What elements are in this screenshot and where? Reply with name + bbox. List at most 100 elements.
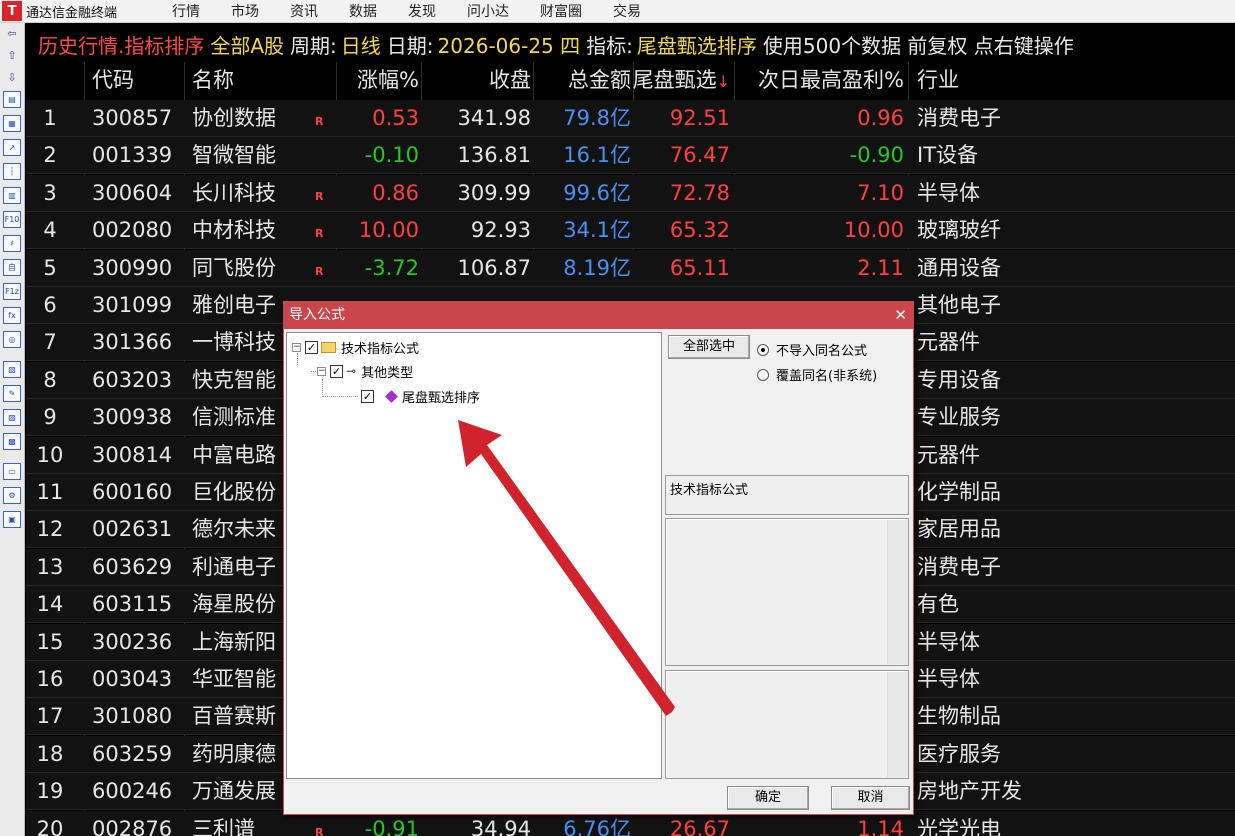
radio-dot-icon[interactable] xyxy=(757,368,769,381)
scrollbar[interactable] xyxy=(887,672,907,777)
header-amount[interactable]: 总金额 xyxy=(536,62,631,99)
edit-icon[interactable]: ✎ xyxy=(3,385,21,402)
header-code[interactable]: 代码 xyxy=(92,62,182,99)
scrollbar[interactable] xyxy=(887,520,907,664)
row-index: 11 xyxy=(36,480,64,504)
menu-market[interactable]: 市场 xyxy=(231,1,259,21)
industry: 通用设备 xyxy=(917,255,1001,280)
stock-code: 603259 xyxy=(92,741,173,766)
arrow-left-icon[interactable]: ⇦ xyxy=(3,25,21,42)
candle-chart-icon[interactable]: ┆ xyxy=(3,163,21,180)
arrow-up-icon[interactable]: ⇧ xyxy=(3,47,21,64)
table-row[interactable]: 2 001339 智微智能 -0.10 136.81 16.1亿 76.47 -0.90 IT设… xyxy=(26,137,1235,175)
table-row[interactable]: 5 300990 同飞股份 R -3.72 106.87 8.19亿 65.11 2.11 通用设… xyxy=(26,249,1235,287)
menu-quotes[interactable]: 行情 xyxy=(172,1,200,21)
cancel-button[interactable]: 取消 xyxy=(831,786,910,810)
radio-no-import-label: 不导入同名公式 xyxy=(776,344,868,359)
next-day-profit: 0.96 xyxy=(857,106,904,130)
tree-child-label: 其他类型 xyxy=(361,365,414,381)
date-value[interactable]: 2026-06-25 四 xyxy=(438,30,581,59)
description-panel[interactable] xyxy=(665,518,909,666)
change-pct: -3.72 xyxy=(364,255,419,280)
menu-trade[interactable]: 交易 xyxy=(613,1,641,21)
table-row[interactable]: 1 300857 协创数据 R 0.53 341.98 79.8亿 92.51 0.96 消费电子 xyxy=(26,100,1235,137)
indicator-value[interactable]: 尾盘甄选排序 xyxy=(637,30,757,59)
ok-button[interactable]: 确定 xyxy=(727,786,809,810)
header-close[interactable]: 收盘 xyxy=(421,62,531,99)
stock-code: 301099 xyxy=(92,293,173,317)
arrow-down-icon[interactable]: ⇩ xyxy=(3,69,21,86)
header-pct[interactable]: 涨幅% xyxy=(336,62,419,99)
header-industry[interactable]: 行业 xyxy=(917,62,1117,99)
report-icon[interactable]: ▥ xyxy=(3,187,21,204)
dialog-title[interactable]: 导入公式 xyxy=(284,302,913,329)
header-profit[interactable]: 次日最高盈利% xyxy=(746,62,904,99)
header-score[interactable]: 尾盘甄选↓ xyxy=(632,62,730,99)
row-index: 1 xyxy=(43,106,57,130)
tools-icon[interactable]: ⚙ xyxy=(3,487,21,504)
margin-flag: R xyxy=(315,227,324,241)
collapse-icon[interactable]: − xyxy=(292,342,301,352)
header-name[interactable]: 名称 xyxy=(192,62,312,99)
doc2-icon[interactable]: ▩ xyxy=(3,433,21,450)
quote-list-icon[interactable]: ▤ xyxy=(3,91,21,108)
period-value[interactable]: 日线 xyxy=(341,30,381,59)
trend-chart-icon[interactable]: ↗ xyxy=(3,139,21,156)
root-checkbox[interactable]: ✓ xyxy=(305,340,318,354)
grid-icon[interactable]: ▦ xyxy=(3,115,21,132)
industry: 元器件 xyxy=(917,442,980,467)
row-index: 6 xyxy=(43,293,57,317)
menu-assistant[interactable]: 问小达 xyxy=(467,1,509,21)
stock-code: 002876 xyxy=(92,816,173,836)
calc-icon[interactable]: ▣ xyxy=(3,511,21,528)
industry: 化学制品 xyxy=(917,480,1001,504)
menu-data[interactable]: 数据 xyxy=(349,1,377,21)
select-all-button[interactable]: 全部选中 xyxy=(668,335,750,359)
table-row[interactable]: 3 300604 长川科技 R 0.86 309.99 99.6亿 72.78 7.10 半导体 xyxy=(26,174,1235,212)
tree-node-root[interactable]: − ✓ 技术指标公式 xyxy=(292,338,420,357)
header-score-label: 尾盘甄选 xyxy=(632,68,717,92)
formula-icon[interactable]: fx xyxy=(3,307,21,324)
stock-code: 600160 xyxy=(92,480,173,504)
menu-community[interactable]: 财富圈 xyxy=(540,1,582,21)
doc-icon[interactable]: ▨ xyxy=(3,409,21,426)
next-day-profit: 2.11 xyxy=(857,255,904,280)
tail-score: 65.11 xyxy=(669,255,730,280)
close-price: 309.99 xyxy=(457,180,531,205)
f10-icon[interactable]: F10 xyxy=(3,211,21,228)
folder-icon[interactable]: ▭ xyxy=(3,463,21,480)
turnover-amount: 79.8亿 xyxy=(563,106,631,130)
margin-flag: R xyxy=(315,115,324,128)
date-caption: 日期: xyxy=(386,33,434,58)
menu-discover[interactable]: 发现 xyxy=(408,1,436,21)
f1z-icon[interactable]: F1z xyxy=(3,283,21,300)
industry: 半导体 xyxy=(917,629,980,654)
radio-no-import[interactable]: 不导入同名公式 xyxy=(757,340,867,359)
scope-label[interactable]: 全部A股 xyxy=(210,30,284,59)
tree-icon[interactable]: ♯ xyxy=(3,235,21,252)
radio-dot-icon[interactable] xyxy=(757,343,769,356)
stock-name: 长川科技 xyxy=(192,180,276,205)
turnover-amount: 16.1亿 xyxy=(563,143,631,168)
target-icon[interactable]: ◎ xyxy=(3,331,21,348)
stock-code: 001339 xyxy=(92,143,173,168)
formula-tree[interactable]: − ✓ 技术指标公式 − ✓ ⊸ 其他类型 ✓ 尾盘甄选排序 xyxy=(286,332,662,779)
row-index: 17 xyxy=(36,704,64,729)
tree-root-label: 技术指标公式 xyxy=(341,341,420,357)
tail-score: 72.78 xyxy=(669,180,730,205)
menu-news[interactable]: 资讯 xyxy=(290,1,318,21)
tree-node-child[interactable]: − ✓ ⊸ 其他类型 xyxy=(317,362,414,381)
radio-overwrite[interactable]: 覆盖同名(非系统) xyxy=(757,365,877,384)
leaf-checkbox[interactable]: ✓ xyxy=(361,389,374,403)
child-checkbox[interactable]: ✓ xyxy=(330,364,343,378)
tree-node-leaf[interactable]: ✓ 尾盘甄选排序 xyxy=(361,387,480,406)
collapse-icon[interactable]: − xyxy=(317,366,326,376)
news-icon[interactable]: ▧ xyxy=(3,361,21,378)
self-select-icon[interactable]: 自 xyxy=(3,259,21,276)
table-row[interactable]: 4 002080 中材科技 R 10.00 92.93 34.1亿 65.32 10.00 玻璃玻… xyxy=(26,212,1235,250)
formula-gem-icon xyxy=(385,389,398,403)
close-icon[interactable]: ✕ xyxy=(894,302,907,329)
turnover-amount: 99.6亿 xyxy=(563,180,631,205)
detail-panel[interactable] xyxy=(665,670,909,779)
info-panel: 技术指标公式 xyxy=(665,475,909,515)
